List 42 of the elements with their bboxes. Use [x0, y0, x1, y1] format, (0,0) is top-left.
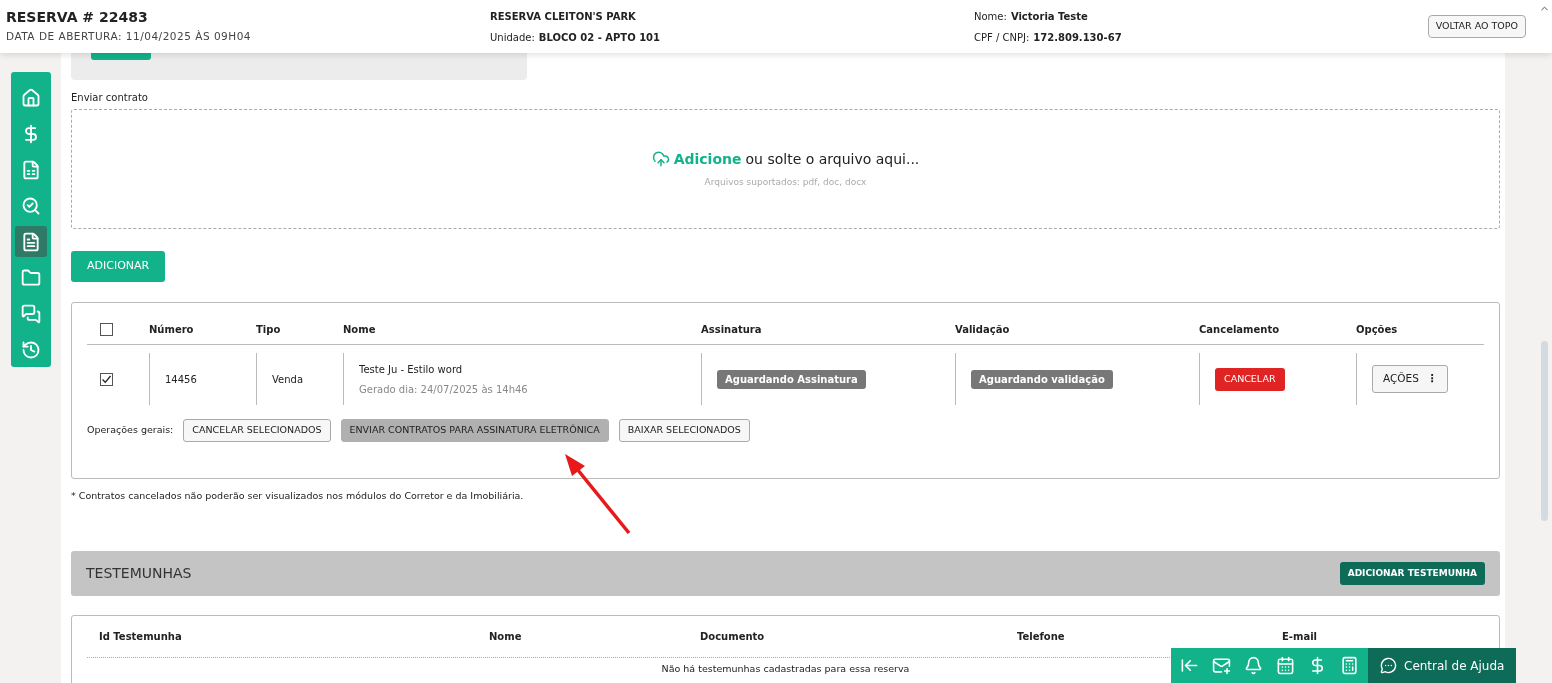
reservation-title: RESERVA # 22483	[6, 8, 149, 27]
status-badge: Aguardando Assinatura	[717, 369, 866, 389]
back-to-top-button[interactable]: VOLTAR AO TOPO	[1427, 15, 1526, 38]
empty-message: Não há testemunhas cadastradas para essa reserva	[661, 662, 910, 677]
bulk-action-button[interactable]: CANCELAR SELECIONADOS	[183, 419, 331, 442]
column-header: Cancelamento	[1199, 324, 1280, 335]
drop-text: ou solte o arquivo aqui...	[745, 149, 920, 169]
column-header: Telefone	[1017, 631, 1065, 643]
project-name: RESERVA CLEITON'S PARK	[490, 9, 637, 24]
upload-label: Enviar contrato	[71, 91, 149, 105]
footnote: * Contratos cancelados não poderão ser visualizados nos módulos do Corretor e da Imobiliária.	[71, 489, 525, 503]
column-header: Nome	[343, 324, 376, 335]
bulk-action-button[interactable]: BAIXAR SELECIONADOS	[618, 419, 750, 442]
name-value: Victoria Teste	[1010, 9, 1088, 24]
column-header: Id Testemunha	[99, 631, 182, 643]
status-badge: Aguardando validação	[971, 369, 1113, 389]
column-header: Número	[149, 324, 194, 335]
add-witness-button[interactable]: ADICIONAR TESTEMUNHA	[1339, 562, 1485, 586]
generated-date: Gerado dia: 24/07/2025 às 14h46	[359, 382, 529, 397]
table-cell-text: Venda	[272, 372, 304, 387]
help-center-button[interactable]: Central de Ajuda	[1368, 648, 1517, 683]
column-header: Opções	[1356, 324, 1398, 335]
document-label: CPF / CNPJ:	[974, 30, 1030, 45]
unit-label: Unidade:	[490, 30, 535, 45]
column-header: Nome	[489, 631, 522, 643]
contract-name: Teste Ju - Estilo word	[359, 362, 464, 377]
unit-value: BLOCO 02 - APTO 101	[538, 30, 661, 45]
table-cell-text: 14456	[165, 372, 197, 387]
column-header: Documento	[700, 631, 765, 643]
cancel-button[interactable]: CANCELAR	[1215, 367, 1285, 391]
column-header: Validação	[955, 324, 1010, 335]
opening-date: DATA DE ABERTURA: 11/04/2025 ÀS 09H04	[6, 29, 252, 45]
supported-formats: Arquivos suportados: pdf, doc, docx	[704, 175, 867, 189]
witnesses-title: TESTEMUNHAS	[86, 564, 192, 584]
name-label: Nome:	[974, 9, 1007, 24]
column-header: Assinatura	[701, 324, 762, 335]
column-header: E-mail	[1282, 631, 1317, 643]
column-header: Tipo	[256, 324, 281, 335]
dropzone[interactable]: Adicione ou solte o arquivo aqui... Arquivos suportados: pdf, doc, docx	[71, 109, 1500, 229]
actions-button[interactable]: AÇÕES ⋮	[1372, 365, 1449, 393]
document-value: 172.809.130-67	[1033, 30, 1122, 45]
operations-label: Operações gerais:	[87, 423, 174, 438]
